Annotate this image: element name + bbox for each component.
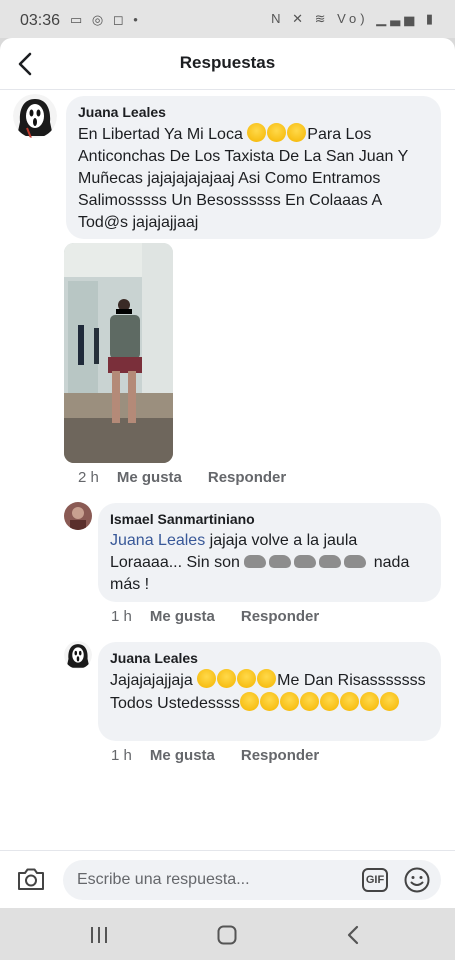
comment-time: 1 h bbox=[111, 608, 132, 625]
rofl-emoji bbox=[257, 669, 277, 688]
comment-text: En Libertad Ya Mi Loca Para Los Anticonc… bbox=[78, 123, 429, 234]
sweat-smile-emoji bbox=[267, 123, 287, 142]
rofl-emoji bbox=[237, 669, 257, 688]
reply-button[interactable]: Responder bbox=[208, 469, 286, 486]
recent-apps-icon[interactable] bbox=[87, 923, 111, 947]
header: Respuestas bbox=[0, 38, 455, 90]
ghostface-avatar-icon bbox=[64, 641, 92, 669]
reply-composer: GIF bbox=[0, 850, 455, 908]
comment-author[interactable]: Juana Leales bbox=[78, 104, 429, 120]
comment-text-part: En Libertad Ya Mi Loca bbox=[78, 126, 248, 143]
replies-sheet: Respuestas Juana Leales En Libertad Ya M… bbox=[0, 38, 455, 908]
rofl-emoji bbox=[339, 692, 359, 711]
home-icon[interactable] bbox=[215, 923, 239, 947]
status-system-icons: N ✕ ≋ Vo) ▁▃▅ ▮ bbox=[271, 11, 437, 26]
gif-button[interactable]: GIF bbox=[362, 868, 388, 892]
reply-button[interactable]: Responder bbox=[241, 747, 319, 764]
camera-icon[interactable] bbox=[16, 865, 46, 893]
smiley-icon[interactable] bbox=[403, 866, 431, 894]
rat-emoji bbox=[294, 555, 317, 568]
comment-time: 1 h bbox=[111, 747, 132, 764]
comment-author[interactable]: Juana Leales bbox=[110, 650, 429, 666]
comment-photo[interactable] bbox=[64, 243, 173, 463]
rofl-emoji bbox=[299, 692, 319, 711]
navigation-bar bbox=[0, 908, 455, 960]
blowing-kiss-emoji bbox=[287, 123, 307, 142]
reply-input-box: GIF bbox=[63, 860, 441, 900]
avatar[interactable] bbox=[64, 502, 92, 530]
comment-bubble[interactable]: Juana Leales En Libertad Ya Mi Loca Para… bbox=[66, 96, 441, 239]
comment-bubble[interactable]: Juana Leales Jajajajajjaja Me Dan Risass… bbox=[98, 642, 441, 741]
comment-text-part: Jajajajajjaja bbox=[110, 672, 198, 689]
reply-button[interactable]: Responder bbox=[241, 608, 319, 625]
rofl-emoji bbox=[379, 692, 399, 711]
comment-bubble[interactable]: Ismael Sanmartiniano Juana Leales jajaja… bbox=[98, 503, 441, 602]
rofl-emoji bbox=[359, 692, 379, 711]
mention-link[interactable]: Juana Leales bbox=[110, 532, 205, 549]
comment-author[interactable]: Ismael Sanmartiniano bbox=[110, 511, 429, 527]
comment-time: 2 h bbox=[78, 469, 99, 486]
back-icon[interactable] bbox=[342, 923, 366, 947]
like-button[interactable]: Me gusta bbox=[150, 608, 215, 625]
photo-image bbox=[64, 243, 173, 463]
rofl-emoji bbox=[239, 692, 259, 711]
status-time: 03:36 bbox=[20, 12, 61, 29]
rat-emoji bbox=[319, 555, 342, 568]
reply-input[interactable] bbox=[77, 860, 357, 900]
rofl-emoji bbox=[279, 692, 299, 711]
rofl-emoji bbox=[259, 692, 279, 711]
rat-emoji bbox=[344, 555, 367, 568]
status-bar: 03:36 ▭ ◎ ◻ • N ✕ ≋ Vo) ▁▃▅ ▮ bbox=[0, 0, 455, 38]
comment-text: Juana Leales jajaja volve a la jaula Lor… bbox=[110, 530, 429, 596]
rofl-emoji bbox=[319, 692, 339, 711]
rofl-emoji bbox=[197, 669, 217, 688]
status-notification-icons: ▭ ◎ ◻ • bbox=[70, 12, 141, 27]
avatar[interactable] bbox=[13, 94, 57, 138]
like-button[interactable]: Me gusta bbox=[150, 747, 215, 764]
comment-actions: 1 h Me gusta Responder bbox=[111, 608, 345, 625]
rofl-emoji bbox=[217, 669, 237, 688]
ghostface-avatar-icon bbox=[13, 94, 57, 138]
like-button[interactable]: Me gusta bbox=[117, 469, 182, 486]
comment-actions: 1 h Me gusta Responder bbox=[111, 747, 345, 764]
page-title: Respuestas bbox=[179, 53, 276, 72]
rat-emoji bbox=[269, 555, 292, 568]
rat-emoji bbox=[244, 555, 267, 568]
comment-text: Jajajajajjaja Me Dan Risasssssss Todos U… bbox=[110, 669, 429, 715]
comment-actions: 2 h Me gusta Responder bbox=[78, 469, 312, 486]
user-avatar-icon bbox=[64, 502, 92, 530]
avatar[interactable] bbox=[64, 641, 92, 669]
sunglasses-emoji bbox=[247, 123, 267, 142]
